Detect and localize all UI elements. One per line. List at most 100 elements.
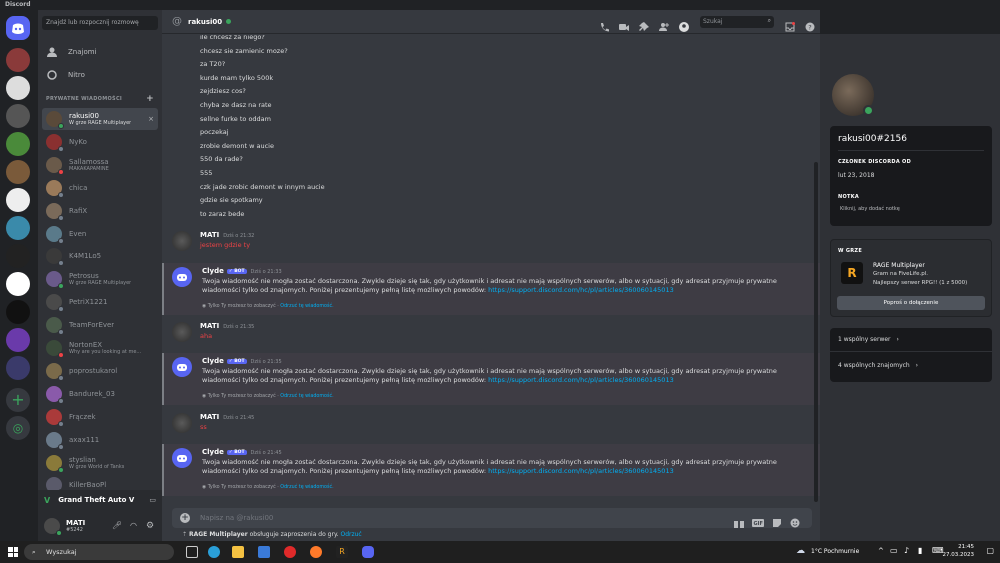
- server-icon-3[interactable]: [6, 104, 30, 128]
- discord-taskbar-icon[interactable]: [362, 546, 374, 558]
- emoji-icon[interactable]: [790, 513, 800, 528]
- clyde-avatar[interactable]: [172, 357, 192, 377]
- user-profile-toggle-icon[interactable]: [679, 17, 689, 32]
- mutual-friends-row[interactable]: 4 wspólnych znajomych ›: [838, 362, 918, 369]
- server-icon-6[interactable]: [6, 188, 30, 212]
- clyde-avatar[interactable]: [172, 267, 192, 287]
- dm-item[interactable]: Even: [42, 223, 158, 245]
- opera-icon[interactable]: [284, 546, 296, 558]
- author-avatar[interactable]: [172, 231, 192, 251]
- store-icon[interactable]: [258, 546, 270, 558]
- author-avatar[interactable]: [172, 413, 192, 433]
- weather-text[interactable]: 1°C Pochmurnie: [811, 548, 859, 555]
- windows-start-icon[interactable]: [8, 547, 18, 557]
- support-link[interactable]: https://support.discord.com/hc/pl/articl…: [488, 376, 674, 384]
- add-friend-to-dm-icon[interactable]: [659, 17, 669, 31]
- rage-taskbar-icon[interactable]: R: [336, 546, 348, 558]
- server-icon-2[interactable]: [6, 76, 30, 100]
- pin-icon[interactable]: [639, 17, 649, 31]
- server-icon-12[interactable]: [6, 356, 30, 380]
- dm-item[interactable]: RafiX: [42, 200, 158, 222]
- close-dm-icon[interactable]: ×: [148, 115, 154, 123]
- dm-item[interactable]: Sallamossa MAKAKAPAMINE: [42, 154, 158, 176]
- server-icon-11[interactable]: [6, 328, 30, 352]
- support-link[interactable]: https://support.discord.com/hc/pl/articl…: [488, 286, 674, 294]
- attach-plus-icon[interactable]: +: [180, 513, 190, 523]
- nav-friends[interactable]: Znajomi: [42, 42, 158, 62]
- task-view-icon[interactable]: [186, 546, 198, 558]
- message-author[interactable]: Clyde ✓ BOT Dziś o 21:35: [202, 357, 282, 365]
- sticker-icon[interactable]: [772, 513, 782, 527]
- file-explorer-icon[interactable]: [232, 546, 244, 558]
- network-icon[interactable]: ▭: [890, 546, 898, 555]
- dismiss-message-link[interactable]: Odrzuć tę wiadomość.: [280, 394, 333, 399]
- clyde-avatar[interactable]: [172, 448, 192, 468]
- notifications-icon[interactable]: ▢: [986, 546, 994, 555]
- home-button[interactable]: [6, 16, 30, 40]
- message-composer[interactable]: + Napisz na @rakusi00 GIF: [172, 508, 812, 528]
- profile-avatar[interactable]: [832, 74, 874, 116]
- dm-item[interactable]: Bandurek_03: [42, 383, 158, 405]
- dismiss-message-link[interactable]: Odrzuć tę wiadomość.: [280, 304, 333, 309]
- settings-gear-icon[interactable]: ⚙: [146, 521, 154, 531]
- tray-chevron-icon[interactable]: ^: [878, 547, 884, 555]
- headphones-icon[interactable]: ◠: [130, 521, 137, 530]
- server-icon-10[interactable]: [6, 300, 30, 324]
- battery-icon[interactable]: ▮: [918, 546, 922, 555]
- author-avatar[interactable]: [172, 322, 192, 342]
- gta-icon: V: [44, 495, 51, 505]
- dm-item[interactable]: Petrosus W grze RAGE Multiplayer: [42, 268, 158, 290]
- server-icon-1[interactable]: [6, 48, 30, 72]
- dm-item[interactable]: rakusi00 W grze RAGE Multiplayer ×: [42, 108, 158, 130]
- taskbar-search[interactable]: ⌕ Wyszukaj: [24, 544, 174, 560]
- dm-item[interactable]: styslian W grze World of Tanks: [42, 452, 158, 474]
- dm-item[interactable]: NortonEX Why are you looking at me...: [42, 337, 158, 359]
- dm-item[interactable]: PetriX1221: [42, 291, 158, 313]
- message-author[interactable]: MATI Dziś o 21:32: [200, 231, 254, 239]
- dm-item[interactable]: NyKo: [42, 131, 158, 153]
- dm-item[interactable]: axax111: [42, 429, 158, 451]
- taskbar-clock[interactable]: 21:45 27.03.2023: [943, 543, 975, 559]
- edge-icon[interactable]: [208, 546, 220, 558]
- server-icon-7[interactable]: [6, 216, 30, 240]
- taskbar-search-label: Wyszukaj: [46, 548, 77, 556]
- server-icon-4[interactable]: [6, 132, 30, 156]
- dm-item[interactable]: Frączek: [42, 406, 158, 428]
- nav-nitro[interactable]: Nitro: [42, 65, 158, 85]
- voice-call-icon[interactable]: [599, 17, 610, 32]
- user-avatar[interactable]: [44, 517, 62, 536]
- dm-search-input[interactable]: Znajdź lub rozpocznij rozmowę: [42, 16, 158, 30]
- create-dm-icon[interactable]: +: [146, 94, 154, 104]
- server-icon-5[interactable]: [6, 160, 30, 184]
- message-author[interactable]: MATI Dziś o 21:45: [200, 413, 254, 421]
- add-server-icon[interactable]: +: [6, 388, 30, 412]
- gift-icon[interactable]: [734, 513, 744, 528]
- dismiss-message-link[interactable]: Odrzuć tę wiadomość.: [280, 485, 333, 490]
- message-author[interactable]: MATI Dziś o 21:35: [200, 322, 254, 330]
- dm-item[interactable]: TeamForEver: [42, 314, 158, 336]
- server-icon-9[interactable]: [6, 272, 30, 296]
- mic-icon[interactable]: 🎤︎: [112, 521, 122, 530]
- gif-icon[interactable]: GIF: [752, 513, 764, 527]
- header-search-input[interactable]: Szukaj ⌕: [700, 16, 774, 28]
- inbox-icon[interactable]: [785, 17, 795, 32]
- dm-item[interactable]: chica: [42, 177, 158, 199]
- message-scrollbar[interactable]: [814, 162, 818, 502]
- dm-item[interactable]: poprostukarol: [42, 360, 158, 382]
- explore-servers-icon[interactable]: ◎: [6, 416, 30, 440]
- ask-to-join-button[interactable]: Poproś o dołączenie: [837, 296, 985, 310]
- server-icon-8[interactable]: [6, 244, 30, 268]
- taskbar-time: 21:45: [958, 544, 974, 550]
- screen-share-icon[interactable]: ▭: [149, 496, 156, 504]
- support-link[interactable]: https://support.discord.com/hc/pl/articl…: [488, 467, 674, 475]
- message-author[interactable]: Clyde ✓ BOT Dziś o 21:45: [202, 448, 282, 456]
- volume-icon[interactable]: ♪: [904, 546, 909, 555]
- message-author[interactable]: Clyde ✓ BOT Dziś o 21:33: [202, 267, 282, 275]
- note-input[interactable]: Kliknij, aby dodać notkę: [840, 206, 900, 212]
- video-call-icon[interactable]: [619, 17, 629, 31]
- notice-dismiss-link[interactable]: Odrzuć: [340, 531, 361, 538]
- firefox-icon[interactable]: [310, 546, 322, 558]
- dm-item[interactable]: K4M1Lo5: [42, 245, 158, 267]
- help-icon[interactable]: ?: [805, 17, 815, 32]
- mutual-servers-row[interactable]: 1 wspólny serwer ›: [838, 336, 899, 343]
